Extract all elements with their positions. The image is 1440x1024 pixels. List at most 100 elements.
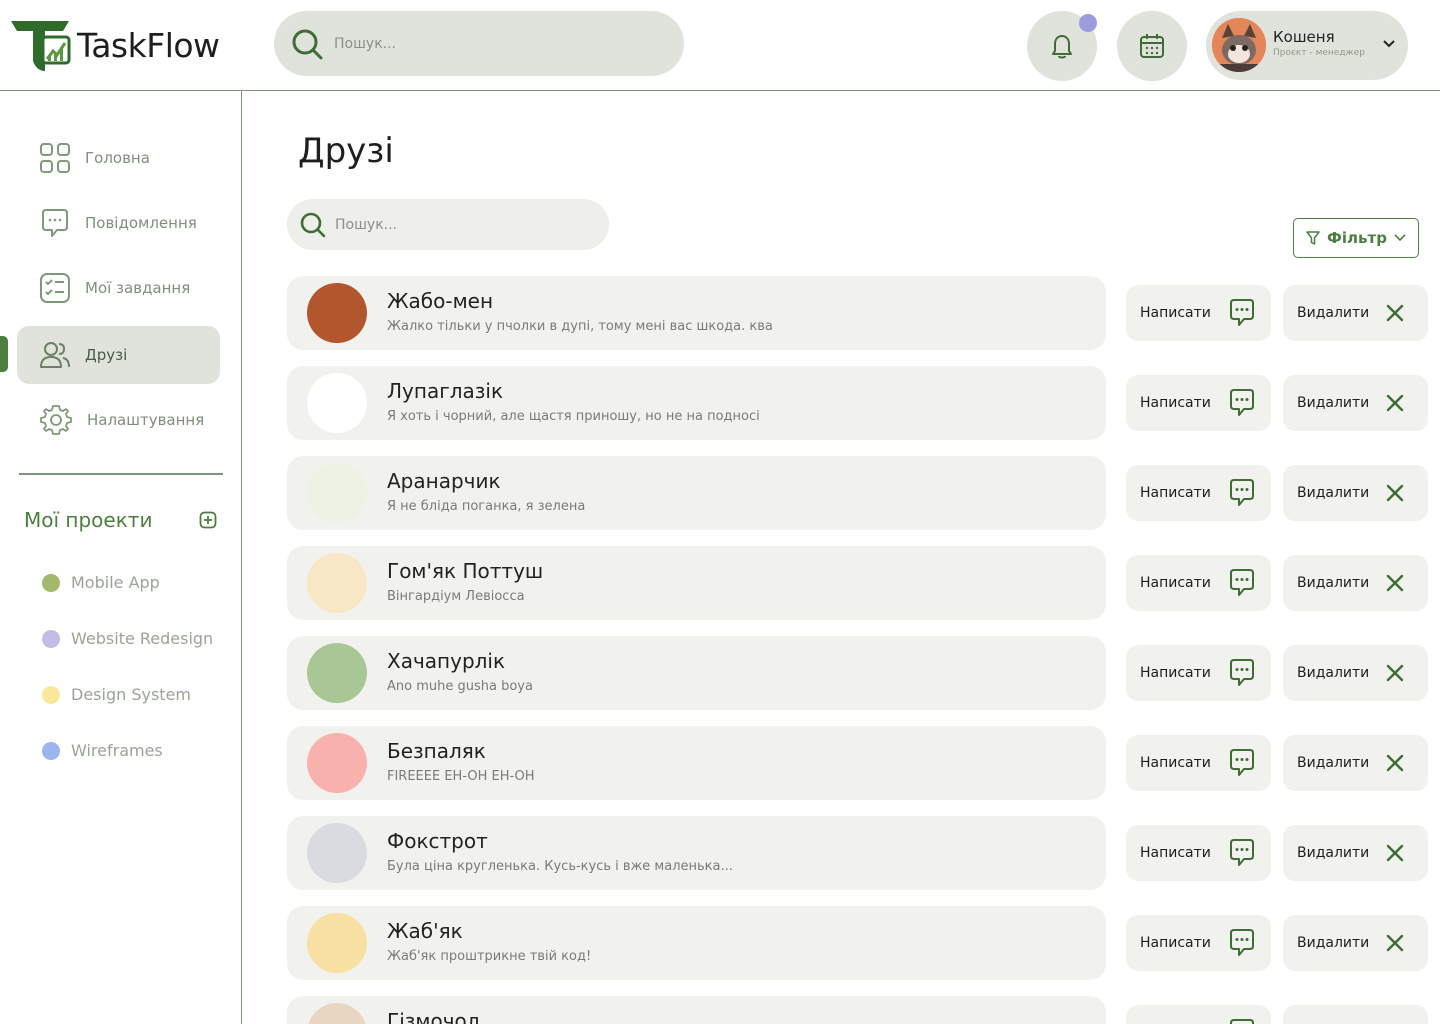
remove-label: Видалити — [1297, 665, 1370, 681]
friend-status: Була ціна кругленька. Кусь-кусь і вже ма… — [387, 859, 733, 874]
remove-friend-button[interactable]: Видалити — [1283, 375, 1428, 431]
friend-card[interactable]: Фокстрот Була ціна кругленька. Кусь-кусь… — [287, 816, 1106, 890]
friend-avatar — [307, 463, 367, 523]
friend-card[interactable]: Гом'як Поттуш Вінгардіум Левіосса — [287, 546, 1106, 620]
close-icon — [1386, 574, 1404, 592]
write-message-button[interactable]: Написати — [1126, 555, 1271, 611]
remove-label: Видалити — [1297, 845, 1370, 861]
project-item-mobile-app[interactable]: Mobile App — [42, 573, 160, 592]
friend-name: Аранарчик — [387, 469, 501, 493]
project-color-dot — [42, 685, 60, 704]
remove-friend-button[interactable]: Видалити — [1283, 465, 1428, 521]
users-icon — [40, 342, 70, 368]
remove-label: Видалити — [1297, 755, 1370, 771]
friend-row: Гізмочол Написати Видалити — [287, 996, 1437, 1024]
friend-row: Аранарчик Я не бліда поганка, я зелена Н… — [287, 456, 1437, 530]
bell-icon — [1052, 35, 1072, 59]
remove-friend-button[interactable]: Видалити — [1283, 285, 1428, 341]
write-message-button[interactable]: Написати — [1126, 825, 1271, 881]
friend-card[interactable]: Гізмочол — [287, 996, 1106, 1024]
friend-avatar — [307, 553, 367, 613]
friend-avatar — [307, 1003, 367, 1024]
chat-icon — [1230, 749, 1254, 776]
user-profile-menu[interactable]: Кошеня Проєкт - менеджер — [1206, 11, 1408, 80]
sidebar-item-label: Налаштування — [87, 411, 205, 429]
friend-card[interactable]: Безпаляк FIREEEE EH-OH EH-OH — [287, 726, 1106, 800]
project-color-dot — [42, 573, 60, 592]
close-icon — [1386, 934, 1404, 952]
friend-card[interactable]: Хачапурлік Ano muhe gusha boya — [287, 636, 1106, 710]
remove-label: Видалити — [1297, 395, 1370, 411]
friend-avatar — [307, 733, 367, 793]
friends-search-input[interactable] — [335, 216, 585, 233]
friend-status: Жаб'як проштрикне твій код! — [387, 949, 592, 964]
friend-avatar — [307, 373, 367, 433]
friend-name: Жабо-мен — [387, 289, 494, 313]
remove-friend-button[interactable]: Видалити — [1283, 555, 1428, 611]
write-message-button[interactable]: Написати — [1126, 285, 1271, 341]
sidebar-item-settings[interactable]: Налаштування — [17, 391, 220, 449]
remove-friend-button[interactable]: Видалити — [1283, 645, 1428, 701]
chevron-down-icon — [1394, 234, 1406, 242]
close-icon — [1386, 754, 1404, 772]
close-icon — [1386, 484, 1404, 502]
friend-status: FIREEEE EH-OH EH-OH — [387, 769, 535, 784]
sidebar-item-tasks[interactable]: Мої завдання — [17, 259, 220, 317]
chat-icon — [1230, 389, 1254, 416]
notification-badge — [1079, 14, 1097, 32]
friend-card[interactable]: Лупаглазік Я хоть і чорний, але щастя пр… — [287, 366, 1106, 440]
add-project-icon[interactable] — [199, 511, 217, 529]
sidebar-item-home[interactable]: Головна — [17, 129, 220, 187]
friend-row: Фокстрот Була ціна кругленька. Кусь-кусь… — [287, 816, 1437, 890]
project-item-website-redesign[interactable]: Website Redesign — [42, 629, 213, 648]
write-message-button[interactable]: Написати — [1126, 915, 1271, 971]
chevron-down-icon[interactable] — [1382, 39, 1396, 49]
project-item-design-system[interactable]: Design System — [42, 685, 191, 704]
header-search-input[interactable] — [334, 35, 634, 52]
friend-card[interactable]: Аранарчик Я не бліда поганка, я зелена — [287, 456, 1106, 530]
header-search[interactable] — [274, 11, 684, 76]
friend-name: Фокстрот — [387, 829, 488, 853]
app-logo[interactable]: TaskFlow — [9, 17, 220, 73]
gear-icon — [40, 405, 72, 435]
sidebar-item-messages[interactable]: Повідомлення — [17, 194, 220, 252]
filter-button[interactable]: Фільтр — [1293, 218, 1419, 258]
remove-friend-button[interactable]: Видалити — [1283, 825, 1428, 881]
write-message-button[interactable]: Написати — [1126, 1005, 1271, 1024]
close-icon — [1386, 664, 1404, 682]
chat-icon — [1230, 659, 1254, 686]
user-avatar — [1212, 18, 1266, 72]
friend-status: Жалко тільки у пчолки в дупі, тому мені … — [387, 319, 773, 334]
filter-icon — [1306, 231, 1320, 245]
chat-icon — [1230, 479, 1254, 506]
write-label: Написати — [1140, 575, 1211, 591]
chat-icon — [1230, 929, 1254, 956]
write-message-button[interactable]: Написати — [1126, 465, 1271, 521]
write-label: Написати — [1140, 665, 1211, 681]
write-message-button[interactable]: Написати — [1126, 735, 1271, 791]
remove-friend-button[interactable]: Видалити — [1283, 915, 1428, 971]
friend-row: Жаб'як Жаб'як проштрикне твій код! Напис… — [287, 906, 1437, 980]
friend-avatar — [307, 283, 367, 343]
friend-card[interactable]: Жаб'як Жаб'як проштрикне твій код! — [287, 906, 1106, 980]
friends-search[interactable] — [287, 199, 609, 250]
friend-name: Безпаляк — [387, 739, 486, 763]
write-message-button[interactable]: Написати — [1126, 375, 1271, 431]
chat-icon — [1230, 299, 1254, 326]
friend-status: Вінгардіум Левіосса — [387, 589, 525, 604]
write-message-button[interactable]: Написати — [1126, 645, 1271, 701]
friend-name: Жаб'як — [387, 919, 463, 943]
remove-friend-button[interactable]: Видалити — [1283, 735, 1428, 791]
project-item-wireframes[interactable]: Wireframes — [42, 741, 163, 760]
friend-name: Гом'як Поттуш — [387, 559, 544, 583]
friend-avatar — [307, 913, 367, 973]
friend-card[interactable]: Жабо-мен Жалко тільки у пчолки в дупі, т… — [287, 276, 1106, 350]
page-title: Друзі — [298, 131, 394, 171]
friend-avatar — [307, 823, 367, 883]
remove-label: Видалити — [1297, 935, 1370, 951]
chat-icon — [42, 209, 68, 237]
remove-friend-button[interactable]: Видалити — [1283, 1005, 1428, 1024]
grid-icon — [40, 143, 70, 173]
sidebar-item-friends[interactable]: Друзі — [17, 326, 220, 384]
calendar-button[interactable] — [1117, 11, 1187, 81]
